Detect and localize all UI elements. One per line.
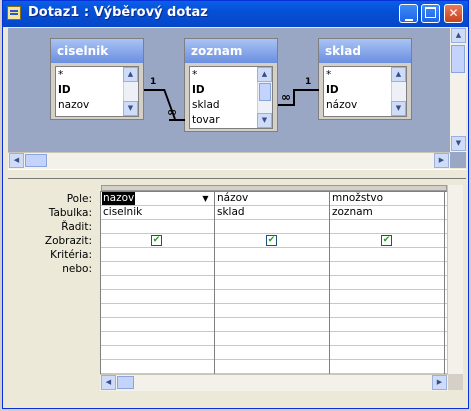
grid-column-line xyxy=(444,191,445,375)
grid-row-line xyxy=(101,247,447,248)
table-cell[interactable]: ciselnik xyxy=(101,206,142,219)
row-label-or: nebo: xyxy=(62,263,92,275)
dropdown-arrow-icon[interactable]: ▼ xyxy=(199,192,212,205)
relationship-one-label: 1 xyxy=(305,77,312,87)
field-list[interactable]: * ID názov ▲ ▼ xyxy=(323,66,407,117)
field-cell-selected[interactable]: nazov ▼ xyxy=(101,192,213,205)
field-item[interactable]: ID xyxy=(58,83,71,97)
table-cell[interactable]: zoznam xyxy=(330,206,373,219)
table-name[interactable]: zoznam xyxy=(185,39,277,63)
scroll-up-icon[interactable]: ▲ xyxy=(391,67,406,82)
scroll-up-icon[interactable]: ▲ xyxy=(123,67,138,82)
checkmark-icon: ✔ xyxy=(382,235,391,245)
minimize-button[interactable] xyxy=(399,4,418,23)
checkmark-icon: ✔ xyxy=(267,235,276,245)
scroll-thumb[interactable] xyxy=(451,45,465,73)
scroll-thumb[interactable] xyxy=(117,376,134,389)
table-name[interactable]: ciselnik xyxy=(51,39,143,63)
scroll-thumb[interactable] xyxy=(259,83,271,101)
field-cell[interactable]: názov xyxy=(215,192,248,205)
field-item[interactable]: nazov xyxy=(58,98,89,112)
close-button[interactable]: ✕ xyxy=(444,4,463,23)
relationship-line[interactable] xyxy=(293,89,295,106)
relationship-many-label: ∞ xyxy=(281,90,291,104)
field-item[interactable]: * xyxy=(192,68,197,82)
field-item[interactable]: tovar xyxy=(192,113,220,127)
grid-row-line xyxy=(101,359,447,360)
table-box-zoznam[interactable]: zoznam * ID sklad tovar ▲ ▼ xyxy=(184,38,278,132)
scroll-down-icon[interactable]: ▼ xyxy=(451,136,466,151)
field-cell[interactable]: množstvo xyxy=(330,192,383,205)
maximize-button[interactable] xyxy=(421,4,440,23)
pane-splitter[interactable] xyxy=(8,169,466,179)
show-checkbox[interactable]: ✔ xyxy=(266,235,277,246)
maximize-icon xyxy=(425,7,436,18)
grid-vscroll[interactable] xyxy=(447,185,463,375)
field-item[interactable]: názov xyxy=(326,98,357,112)
row-label-table: Tabulka: xyxy=(48,207,92,219)
field-list-scrollbar[interactable]: ▲ ▼ xyxy=(257,67,272,128)
grid-row-line xyxy=(101,205,447,206)
row-label-criteria: Kritéria: xyxy=(50,249,92,261)
field-item[interactable]: ID xyxy=(326,83,339,97)
scroll-left-icon[interactable]: ◀ xyxy=(101,375,116,390)
grid-row-line xyxy=(101,331,447,332)
row-label-sort: Řadit: xyxy=(61,221,92,233)
field-item[interactable]: sklad xyxy=(192,98,220,112)
field-list-scrollbar[interactable]: ▲ ▼ xyxy=(391,67,406,116)
grid-row-line xyxy=(101,303,447,304)
table-box-ciselnik[interactable]: ciselnik * ID nazov ▲ ▼ xyxy=(50,38,144,120)
window-title: Dotaz1 : Výběrový dotaz xyxy=(28,5,208,20)
grid-row-line xyxy=(101,317,447,318)
show-checkbox[interactable]: ✔ xyxy=(151,235,162,246)
table-name[interactable]: sklad xyxy=(319,39,411,63)
table-pane-hscroll[interactable]: ◀ ▶ xyxy=(8,152,450,169)
grid-row-line xyxy=(101,275,447,276)
grid-row-line xyxy=(101,219,447,220)
field-item[interactable]: * xyxy=(58,68,63,82)
table-box-sklad[interactable]: sklad * ID názov ▲ ▼ xyxy=(318,38,412,120)
column-selector-bar[interactable] xyxy=(101,185,447,191)
show-checkbox[interactable]: ✔ xyxy=(381,235,392,246)
table-cell[interactable]: sklad xyxy=(215,206,245,219)
relationship-line[interactable] xyxy=(293,89,319,91)
grid-row-line xyxy=(101,233,447,234)
scroll-up-icon[interactable]: ▲ xyxy=(257,67,272,82)
grid-hscroll[interactable]: ◀ ▶ xyxy=(100,374,448,391)
field-item[interactable]: * xyxy=(326,68,331,82)
field-list[interactable]: * ID sklad tovar ▲ ▼ xyxy=(189,66,273,129)
table-pane-vscroll[interactable]: ▲ ▼ xyxy=(450,28,466,152)
scroll-left-icon[interactable]: ◀ xyxy=(9,153,24,168)
field-list[interactable]: * ID nazov ▲ ▼ xyxy=(55,66,139,117)
relationship-one-label: 1 xyxy=(150,77,157,87)
scroll-right-icon[interactable]: ▶ xyxy=(434,153,449,168)
scroll-down-icon[interactable]: ▼ xyxy=(257,113,272,128)
checkmark-icon: ✔ xyxy=(152,235,161,245)
field-cell-value[interactable]: nazov xyxy=(102,192,136,205)
scroll-right-icon[interactable]: ▶ xyxy=(432,375,447,390)
field-list-scrollbar[interactable]: ▲ ▼ xyxy=(123,67,138,116)
scroll-down-icon[interactable]: ▼ xyxy=(123,101,138,116)
minimize-icon xyxy=(404,19,413,21)
row-label-show: Zobrazit: xyxy=(44,235,92,247)
relationship-line[interactable] xyxy=(278,104,294,106)
query-icon xyxy=(7,6,21,20)
scroll-up-icon[interactable]: ▲ xyxy=(451,28,466,43)
scroll-thumb[interactable] xyxy=(25,154,47,167)
scroll-down-icon[interactable]: ▼ xyxy=(391,101,406,116)
grid-row-line xyxy=(101,289,447,290)
relationship-many-label: ∞ xyxy=(167,105,177,119)
field-item[interactable]: ID xyxy=(192,83,205,97)
grid-row-line xyxy=(101,261,447,262)
grid-row-line xyxy=(101,345,447,346)
row-label-field: Pole: xyxy=(66,193,92,205)
relationship-line[interactable] xyxy=(169,119,185,121)
resize-grip[interactable] xyxy=(448,374,463,390)
relationship-line[interactable] xyxy=(144,89,164,91)
close-icon: ✕ xyxy=(448,6,459,20)
